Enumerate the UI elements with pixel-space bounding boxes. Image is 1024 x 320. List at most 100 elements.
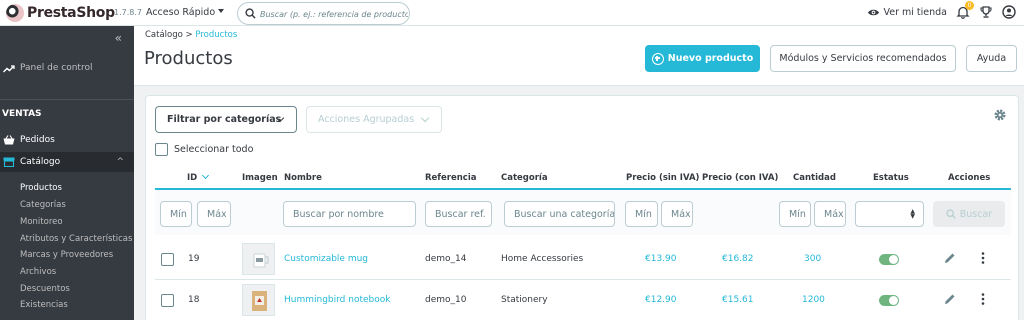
product-category: Stationery bbox=[501, 295, 548, 305]
price-incl-tax[interactable]: €15.61 bbox=[722, 295, 754, 305]
filter-categories-dropdown[interactable]: Filtrar por categorías bbox=[155, 106, 297, 133]
price-max-filter[interactable] bbox=[661, 201, 693, 227]
product-name-link[interactable]: Hummingbird notebook bbox=[284, 295, 390, 305]
search-icon bbox=[946, 209, 956, 219]
sidebar-subitem-files[interactable]: Archivos bbox=[20, 267, 56, 277]
more-actions-icon[interactable] bbox=[981, 252, 985, 264]
product-quantity[interactable]: 1200 bbox=[802, 295, 825, 305]
product-reference: demo_14 bbox=[425, 254, 467, 264]
version-label: 1.7.8.7 bbox=[114, 8, 142, 17]
column-header-name[interactable]: Nombre bbox=[284, 173, 322, 183]
search-button-label: Buscar bbox=[959, 208, 993, 220]
sidebar-item-label: Panel de control bbox=[20, 63, 93, 73]
sidebar-subitem-monitoring[interactable]: Monitoreo bbox=[20, 217, 63, 227]
header-search[interactable] bbox=[237, 2, 410, 25]
trophy-icon bbox=[980, 6, 992, 18]
notifications-button[interactable]: 0 bbox=[956, 1, 974, 19]
basket-icon bbox=[3, 135, 15, 145]
filter-categories-label: Filtrar por categorías bbox=[167, 114, 282, 125]
sidebar-divider bbox=[0, 99, 134, 100]
column-header-price-incl[interactable]: Precio (con IVA) bbox=[702, 173, 778, 183]
edit-pencil-icon[interactable] bbox=[944, 293, 956, 305]
sidebar-subitem-attributes[interactable]: Atributos y Características bbox=[20, 234, 132, 244]
more-actions-icon[interactable] bbox=[981, 293, 985, 305]
search-filter-button[interactable]: Buscar bbox=[933, 201, 1005, 227]
quick-access-dropdown[interactable]: Acceso Rápido bbox=[146, 7, 225, 18]
search-icon bbox=[245, 8, 256, 19]
gear-icon[interactable] bbox=[993, 108, 1007, 122]
status-filter-select[interactable]: ▲ ▼ bbox=[855, 201, 924, 227]
trending-up-icon bbox=[3, 65, 15, 73]
price-min-filter[interactable] bbox=[625, 201, 658, 227]
user-avatar-icon bbox=[1002, 5, 1016, 19]
page-title: Productos bbox=[144, 48, 233, 69]
row-checkbox[interactable] bbox=[161, 253, 174, 266]
row-checkbox[interactable] bbox=[161, 294, 174, 307]
reference-filter[interactable] bbox=[425, 201, 492, 227]
edit-pencil-icon[interactable] bbox=[944, 252, 956, 264]
quantity-min-filter[interactable] bbox=[779, 201, 811, 227]
trophy-button[interactable] bbox=[979, 5, 993, 19]
price-excl-tax[interactable]: €13.90 bbox=[645, 254, 677, 264]
id-min-filter[interactable] bbox=[160, 201, 192, 227]
column-header-image: Imagen bbox=[242, 173, 278, 183]
sidebar-subitem-products[interactable]: Productos bbox=[20, 183, 62, 193]
sort-desc-icon bbox=[202, 171, 210, 180]
sidebar-subitem-categories[interactable]: Categorías bbox=[20, 200, 66, 210]
status-toggle-enabled[interactable] bbox=[879, 295, 899, 306]
column-header-price-excl[interactable]: Precio (sin IVA) bbox=[626, 173, 699, 183]
price-incl-tax[interactable]: €16.82 bbox=[722, 254, 754, 264]
price-excl-tax[interactable]: €12.90 bbox=[645, 295, 677, 305]
new-product-button[interactable]: Nuevo producto bbox=[645, 45, 760, 72]
sidebar-item-catalog[interactable]: Catálogo ^ bbox=[0, 152, 134, 172]
account-button[interactable] bbox=[1002, 5, 1016, 19]
chevron-up-icon: ^ bbox=[116, 157, 124, 167]
column-header-reference[interactable]: Referencia bbox=[425, 173, 476, 183]
quantity-max-filter[interactable] bbox=[814, 201, 846, 227]
product-reference: demo_10 bbox=[425, 295, 467, 305]
logo-text: PrestaShop bbox=[27, 5, 115, 21]
select-all[interactable]: Seleccionar todo bbox=[155, 143, 253, 156]
select-all-checkbox[interactable] bbox=[155, 143, 168, 156]
bulk-actions-label: Acciones Agrupadas bbox=[318, 114, 415, 125]
view-store-link[interactable]: Ver mi tienda bbox=[867, 7, 947, 18]
notebook-image bbox=[252, 291, 267, 311]
recommended-modules-button[interactable]: Módulos y Servicios recomendados bbox=[770, 45, 956, 72]
sidebar-section-sales: VENTAS bbox=[2, 109, 42, 119]
collapse-sidebar-icon[interactable]: « bbox=[115, 31, 122, 45]
mug-thumbnail-icon[interactable] bbox=[242, 243, 275, 275]
id-max-filter[interactable] bbox=[197, 201, 231, 227]
view-store-label: Ver mi tienda bbox=[883, 6, 947, 18]
product-name-link[interactable]: Customizable mug bbox=[284, 254, 368, 264]
column-header-status[interactable]: Estatus bbox=[873, 173, 909, 183]
status-toggle-enabled[interactable] bbox=[879, 254, 899, 265]
bulk-actions-dropdown[interactable]: Acciones Agrupadas bbox=[306, 106, 442, 133]
breadcrumb-catalog[interactable]: Catálogo bbox=[145, 30, 183, 40]
eye-icon bbox=[868, 9, 880, 15]
sidebar-subitem-stocks[interactable]: Existencias bbox=[20, 300, 68, 310]
column-header-quantity[interactable]: Cantidad bbox=[793, 173, 836, 183]
name-filter[interactable] bbox=[283, 201, 416, 227]
sidebar-item-dashboard[interactable]: Panel de control bbox=[0, 59, 134, 79]
mug-image bbox=[253, 253, 269, 268]
product-quantity[interactable]: 300 bbox=[804, 254, 821, 264]
store-icon bbox=[3, 157, 15, 167]
breadcrumb-current[interactable]: Productos bbox=[195, 30, 237, 40]
notebook-thumbnail-icon[interactable] bbox=[242, 284, 275, 316]
sidebar-subitem-brands[interactable]: Marcas y Proveedores bbox=[20, 250, 113, 260]
sidebar-subitem-discounts[interactable]: Descuentos bbox=[20, 284, 70, 294]
prestashop-logo[interactable]: PrestaShop bbox=[6, 4, 115, 22]
sidebar-item-label: Catálogo bbox=[20, 157, 61, 167]
breadcrumb: Catálogo > Productos bbox=[145, 30, 237, 40]
column-header-id[interactable]: ID bbox=[187, 171, 210, 183]
quick-access-label: Acceso Rápido bbox=[146, 7, 216, 18]
category-filter[interactable] bbox=[504, 201, 615, 227]
column-header-category[interactable]: Categoría bbox=[501, 173, 548, 183]
notifications-badge: 0 bbox=[965, 1, 974, 10]
chevron-down-icon bbox=[420, 113, 430, 123]
search-input[interactable] bbox=[260, 6, 408, 22]
products-card: Filtrar por categorías Acciones Agrupada… bbox=[145, 95, 1019, 320]
help-button[interactable]: Ayuda bbox=[966, 45, 1017, 72]
caret-down-icon bbox=[218, 9, 225, 13]
sidebar-item-orders[interactable]: Pedidos bbox=[0, 130, 134, 150]
